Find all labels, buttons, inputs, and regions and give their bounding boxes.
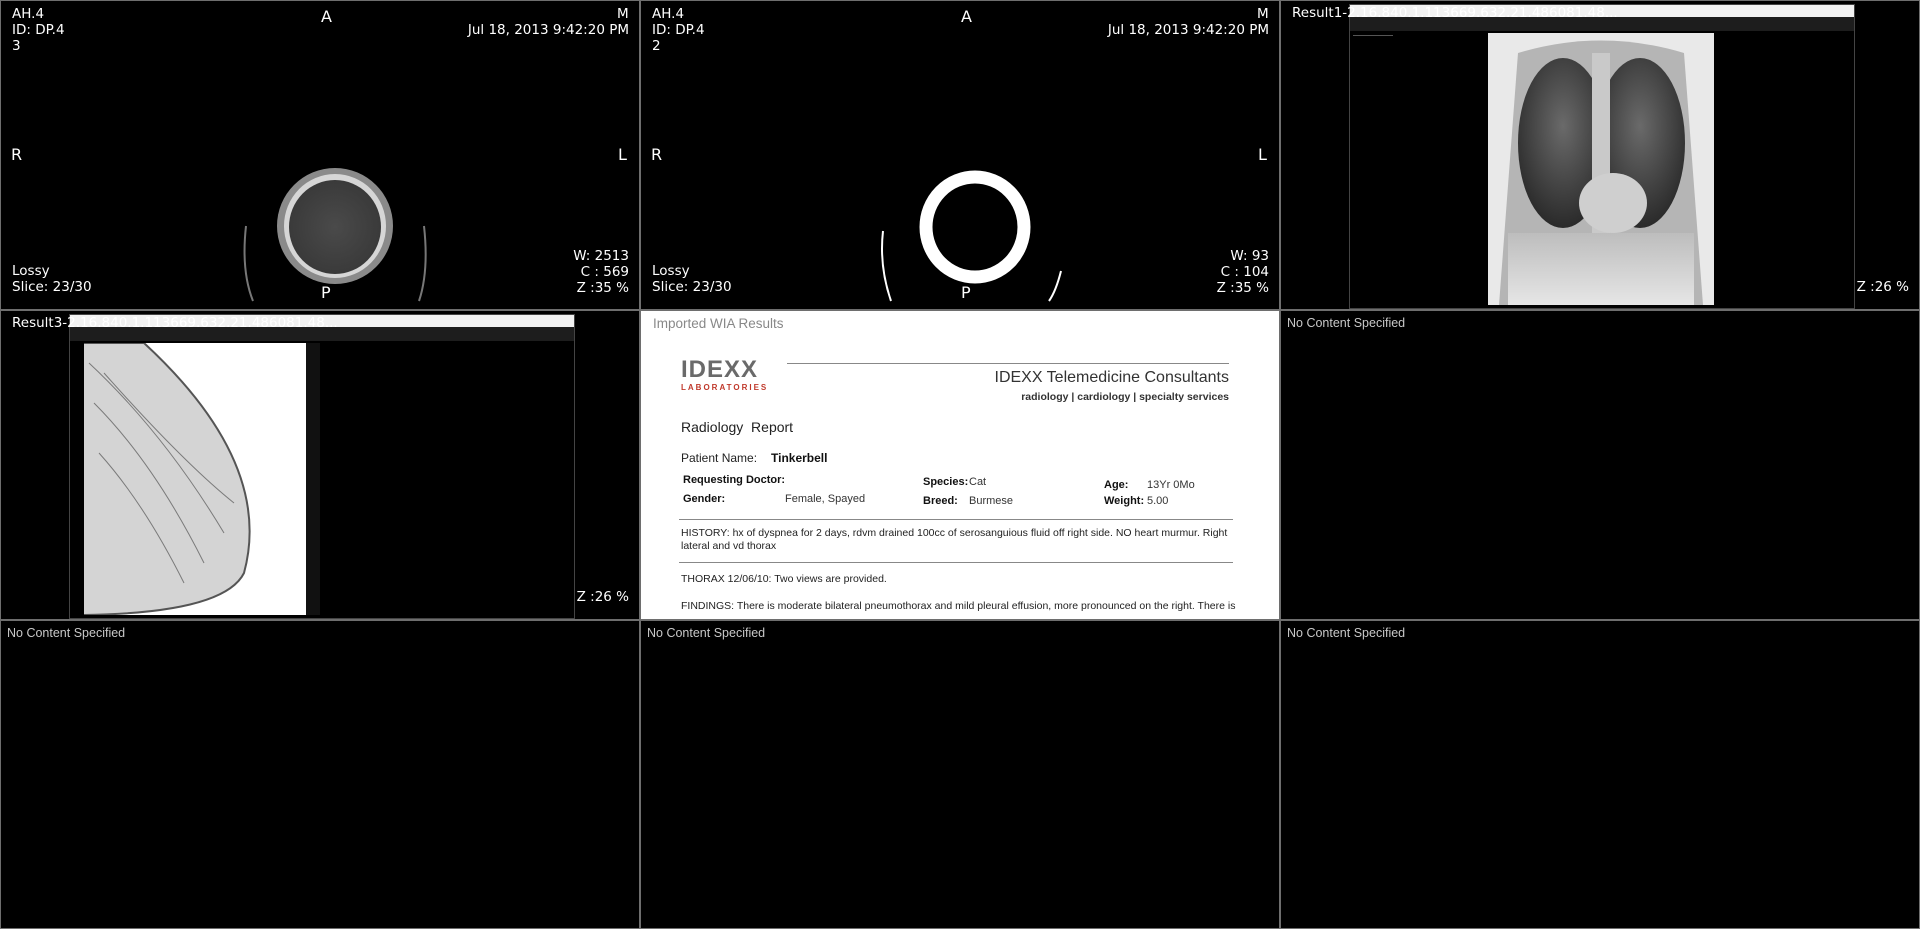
- mammogram-image: [84, 343, 320, 615]
- viewer-grid: AH.4 ID: DP.4 3 A M Jul 18, 2013 9:42:20…: [0, 0, 1920, 929]
- no-content-label: No Content Specified: [1287, 626, 1406, 640]
- weight-value: 5.00: [1147, 495, 1169, 507]
- weight-label: Weight:: [1104, 495, 1145, 507]
- company-services: radiology | cardiology | specialty servi…: [1021, 391, 1229, 403]
- result1-screenshot: [1349, 4, 1855, 309]
- slice-position: Slice: 23/30: [652, 279, 732, 295]
- patient-name: AH.4: [652, 6, 685, 22]
- logo-wordmark: IDEXX: [681, 356, 759, 383]
- history-line-1: hx of dyspnea for 2 days, rdvm drained 1…: [732, 527, 1228, 539]
- age-label: Age:: [1104, 479, 1129, 491]
- compression-label: Lossy: [12, 263, 50, 279]
- ct-skull-threshold-image: [881, 170, 1062, 302]
- orientation-right: L: [618, 145, 627, 164]
- logo-subtext: LABORATORIES: [681, 383, 769, 392]
- slice-position: Slice: 23/30: [12, 279, 92, 295]
- patient-id: ID: DP.4: [652, 22, 705, 38]
- study-datetime: Jul 18, 2013 9:42:20 PM: [467, 22, 629, 38]
- viewport-report[interactable]: Imported WIA Results IDEXX LABORATORIES …: [640, 310, 1280, 620]
- findings-value: There is moderate bilateral pneumothorax…: [736, 600, 1236, 612]
- orientation-right: L: [1258, 145, 1267, 164]
- orientation-top-right: M: [1257, 6, 1269, 22]
- orientation-top: A: [961, 7, 972, 26]
- history-text: HISTORY: hx of dyspnea for 2 days, rdvm …: [681, 527, 1227, 553]
- compression-label: Lossy: [652, 263, 690, 279]
- report-title: Radiology Report: [681, 419, 794, 435]
- viewport-result1[interactable]: Result1-2.16.840.1.113669.632.21.486081.…: [1280, 0, 1920, 310]
- ct-skull-image: [243, 168, 427, 302]
- breed-label: Breed:: [923, 495, 958, 507]
- no-content-label: No Content Specified: [7, 626, 126, 640]
- orientation-top-right: M: [617, 6, 629, 22]
- radiology-report-document: Imported WIA Results IDEXX LABORATORIES …: [641, 311, 1279, 619]
- idexx-logo: IDEXX LABORATORIES: [681, 356, 769, 393]
- species-value: Cat: [969, 476, 987, 488]
- chest-xray-image: [1488, 33, 1714, 305]
- window-center: C : 104: [1220, 264, 1269, 280]
- viewport-ct-bone[interactable]: AH.4 ID: DP.4 3 A M Jul 18, 2013 9:42:20…: [0, 0, 640, 310]
- series-number: 2: [652, 38, 661, 54]
- requesting-doctor-label: Requesting Doctor:: [683, 474, 786, 486]
- orientation-bottom: P: [321, 283, 331, 302]
- patient-name-value: Tinkerbell: [771, 451, 828, 465]
- viewport-result3[interactable]: Result3-2.16.840.1.113669.632.21.486081.…: [0, 310, 640, 620]
- section-rule-2: [679, 562, 1233, 563]
- history-label: HISTORY:: [681, 527, 730, 539]
- zoom-level: Z :35 %: [1216, 280, 1269, 296]
- result3-screenshot: [69, 314, 575, 619]
- viewport-empty-6[interactable]: No Content Specified: [1280, 310, 1920, 620]
- findings-label: FINDINGS:: [681, 600, 735, 612]
- viewport-empty-7[interactable]: No Content Specified: [0, 620, 640, 929]
- thorax-line: THORAX 12/06/10: Two views are provided.: [681, 573, 887, 585]
- gender-value: Female, Spayed: [785, 493, 866, 505]
- viewport-ct-narrow[interactable]: AH.4 ID: DP.4 2 A M Jul 18, 2013 9:42:20…: [640, 0, 1280, 310]
- report-viewport-header: Imported WIA Results: [653, 316, 784, 331]
- screenshot-sidebar-text: [1353, 35, 1393, 66]
- result3-title: Result3-2.16.840.1.113669.632.21.486081.…: [12, 315, 338, 331]
- orientation-top: A: [321, 7, 332, 26]
- result1-title: Result1-2.16.840.1.113669.632.21.486081.…: [1292, 5, 1618, 21]
- history-line-2: lateral and vd thorax: [681, 540, 777, 552]
- no-content-label: No Content Specified: [647, 626, 766, 640]
- viewport-empty-9[interactable]: No Content Specified: [1280, 620, 1920, 929]
- no-content-label: No Content Specified: [1287, 316, 1406, 330]
- viewport-empty-8[interactable]: No Content Specified: [640, 620, 1280, 929]
- header-rule: [787, 363, 1229, 364]
- orientation-left: R: [651, 145, 663, 164]
- zoom-level: Z :26 %: [576, 589, 629, 605]
- orientation-left: R: [11, 145, 23, 164]
- study-datetime: Jul 18, 2013 9:42:20 PM: [1107, 22, 1269, 38]
- window-center: C : 569: [580, 264, 629, 280]
- company-name: IDEXX Telemedicine Consultants: [994, 369, 1230, 386]
- age-value: 13Yr 0Mo: [1147, 479, 1195, 491]
- patient-name-label: Patient Name:: [681, 451, 758, 465]
- section-rule-1: [679, 519, 1233, 520]
- zoom-level: Z :35 %: [576, 280, 629, 296]
- breed-value: Burmese: [969, 495, 1014, 507]
- orientation-bottom: P: [961, 283, 971, 302]
- window-width: W: 2513: [573, 248, 629, 264]
- patient-name: AH.4: [12, 6, 45, 22]
- series-number: 3: [12, 38, 21, 54]
- gender-label: Gender:: [683, 493, 726, 505]
- zoom-level: Z :26 %: [1856, 279, 1909, 295]
- findings-text: FINDINGS: There is moderate bilateral pn…: [681, 600, 1235, 612]
- window-width: W: 93: [1230, 248, 1269, 264]
- patient-id: ID: DP.4: [12, 22, 65, 38]
- species-label: Species:: [923, 476, 969, 488]
